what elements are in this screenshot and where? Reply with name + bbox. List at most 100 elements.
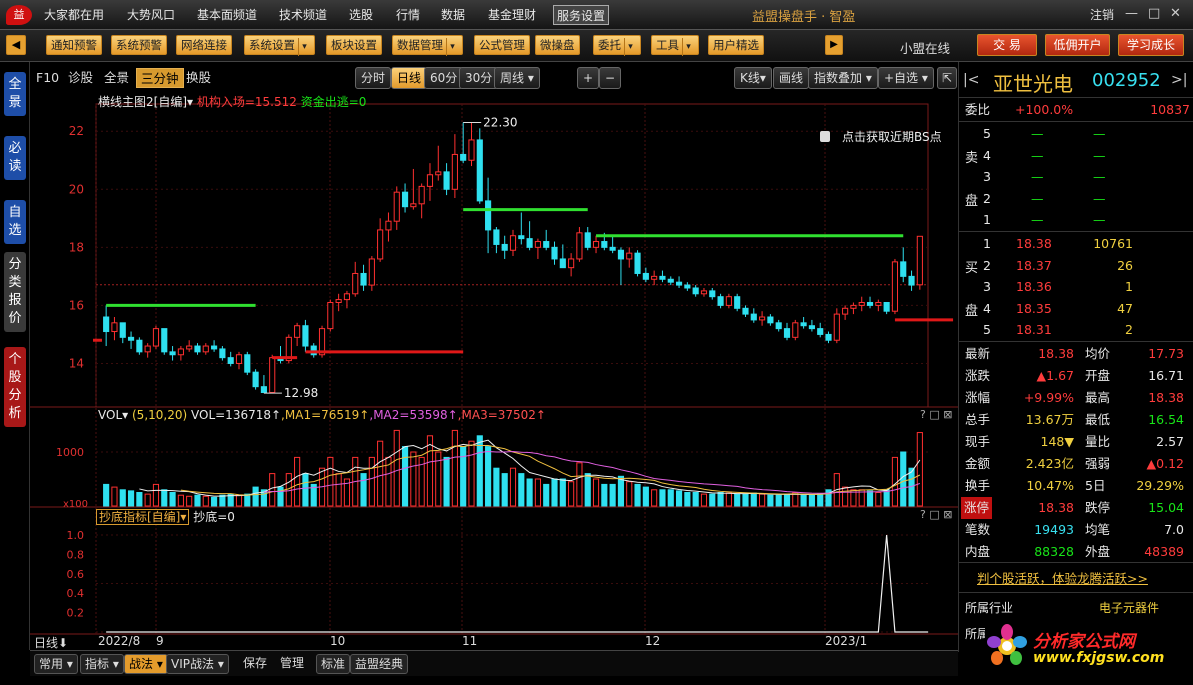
trade-button[interactable]: 交 易	[977, 34, 1037, 56]
candle-body	[783, 328, 791, 338]
toolbar-button-0[interactable]: 通知预警	[46, 35, 102, 55]
menu-item-2[interactable]: 基本面频道	[197, 5, 257, 25]
huoyue-promo-link[interactable]: 判个股活跃，体验龙腾活跃>>	[977, 568, 1148, 587]
bottom-button-6[interactable]: 标准	[316, 654, 351, 674]
sell-price: —	[1031, 126, 1044, 141]
min-price-label: 12.98	[284, 386, 318, 400]
vol-header[interactable]: VOL▾ (5,10,20) VOL=136718↑,MA1=76519↑,MA…	[98, 408, 546, 422]
bottom-button-7[interactable]: 益盟经典	[350, 654, 409, 674]
toolbar-button-label: 通知预警	[51, 38, 97, 52]
bottom-button-0[interactable]: 常用 ▾	[34, 654, 78, 674]
toolbar-button-10[interactable]: 用户精选	[708, 35, 764, 55]
period-button-4[interactable]: 周线 ▾	[494, 67, 540, 89]
app-title: 益盟操盘手 · 智盈	[752, 10, 856, 25]
period-button-2[interactable]: 60分	[424, 67, 464, 89]
period-button-0[interactable]: 分时	[355, 67, 392, 89]
tab-quanjing[interactable]: 全景	[4, 72, 26, 116]
add-watchlist-dropdown[interactable]: +自选 ▾	[878, 67, 934, 89]
bs-hint[interactable]: 点击获取近期BS点	[820, 128, 942, 145]
chaodi-name[interactable]: 抄底指标[自编]▾	[96, 509, 190, 525]
volume-bar	[709, 493, 716, 507]
toolbar-button-9[interactable]: 工具 ▾	[651, 35, 699, 56]
volume-bar	[667, 489, 674, 507]
maximize-icon[interactable]: □	[1148, 6, 1160, 21]
sell-price: —	[1031, 190, 1044, 206]
prev-stock-icon[interactable]: |<	[963, 72, 979, 88]
stock-name: 亚世光电	[993, 72, 1073, 96]
period-tab-0[interactable]: F10	[36, 68, 59, 88]
low-commission-button[interactable]: 低佣开户	[1045, 34, 1110, 56]
toolbar-button-6[interactable]: 公式管理	[474, 35, 530, 55]
expand-icon[interactable]: ⇱	[937, 67, 958, 89]
stat-label: 最低	[1085, 412, 1111, 427]
industry-value[interactable]: 电子元器件	[1099, 599, 1159, 616]
volume-bar	[601, 483, 608, 507]
period-tab-1[interactable]: 诊股	[68, 68, 93, 88]
period-tab-4[interactable]: 换股	[186, 68, 211, 88]
learn-button[interactable]: 学习成长	[1118, 34, 1184, 56]
menu-item-1[interactable]: 大势风口	[127, 5, 175, 25]
bottom-button-3[interactable]: VIP战法 ▾	[166, 654, 229, 674]
bottom-button-5[interactable]: 管理	[276, 654, 308, 674]
menu-item-3[interactable]: 技术频道	[279, 5, 327, 25]
toolbar-more-icon[interactable]: ▶	[825, 35, 843, 55]
next-stock-icon[interactable]: >|	[1171, 72, 1187, 88]
main-indicator-header[interactable]: 横线主图2[自编]▾ 机构入场=15.512 资金出逃=0	[98, 93, 366, 110]
period-tab-3[interactable]: 三分钟	[136, 68, 184, 88]
stat-label: 开盘	[1085, 368, 1111, 383]
tab-bidu[interactable]: 必读	[4, 136, 26, 180]
menu-item-7[interactable]: 基金理财	[488, 5, 536, 25]
volume-bar	[269, 473, 276, 507]
vol-panel-controls[interactable]: ? □ ⊠	[920, 408, 952, 421]
candle-body	[302, 325, 309, 347]
buy-price: 18.37	[1016, 257, 1052, 273]
kline-chart[interactable]: 14 16 18 20 22 22.30 12.98 1000 x100 1.0 0.8 0.6 0.4…	[30, 92, 958, 650]
vol-name[interactable]: VOL▾	[98, 408, 128, 422]
zoom-out-button[interactable]: −	[599, 67, 622, 89]
toolbar-button-label: 数据管理	[397, 38, 443, 52]
toolbar-button-7[interactable]: 微操盘	[535, 35, 580, 55]
tab-zixuan[interactable]: 自选	[4, 200, 26, 244]
online-service-label[interactable]: 小盟在线	[900, 38, 950, 57]
volume-bar	[393, 429, 400, 507]
menu-item-4[interactable]: 选股	[349, 5, 373, 25]
period-tab-2[interactable]: 全景	[104, 68, 129, 88]
toolbar-button-5[interactable]: 数据管理 ▾	[392, 35, 463, 56]
chaodi-panel-controls[interactable]: ? □ ⊠	[920, 508, 952, 521]
period-button-3[interactable]: 30分	[459, 67, 499, 89]
sell-label: 卖	[965, 151, 979, 166]
toolbar-button-2[interactable]: 网络连接	[176, 35, 232, 55]
bottom-button-2[interactable]: 战法 ▾	[124, 654, 168, 674]
index-overlay-dropdown[interactable]: 指数叠加 ▾	[808, 67, 878, 89]
toolbar-button-1[interactable]: 系统预警	[111, 35, 167, 55]
menu-item-5[interactable]: 行情	[396, 5, 420, 25]
bottom-button-4[interactable]: 保存	[239, 654, 271, 674]
industry-label: 所属行业	[965, 601, 1014, 615]
close-icon[interactable]: ✕	[1170, 6, 1181, 21]
menu-item-0[interactable]: 大家都在用	[44, 5, 104, 25]
menu-item-6[interactable]: 数据	[441, 5, 465, 25]
kline-type-dropdown[interactable]: K线▾	[734, 67, 772, 89]
candle-body	[684, 284, 691, 289]
max-price-label: 22.30	[483, 116, 517, 130]
tab-category-quote[interactable]: 分类报价	[4, 252, 26, 332]
logout-link[interactable]: 注销	[1090, 6, 1114, 23]
chaodi-header[interactable]: 抄底指标[自编]▾ 抄底=0	[96, 508, 235, 525]
period-button-1[interactable]: 日线	[391, 67, 428, 89]
toolbar-button-3[interactable]: 系统设置 ▾	[244, 35, 315, 56]
date-period-label[interactable]: 日线⬇	[34, 634, 68, 651]
bottom-button-1[interactable]: 指标 ▾	[80, 654, 124, 674]
volume-bar	[302, 473, 309, 507]
draw-line-button[interactable]: 画线	[773, 67, 810, 89]
candle-body	[385, 220, 392, 231]
toolbar-back-icon[interactable]: ◀	[6, 35, 26, 55]
toolbar-button-4[interactable]: 板块设置	[326, 35, 382, 55]
main-formula-name[interactable]: 横线主图2[自编]▾	[98, 95, 193, 109]
toolbar-button-8[interactable]: 委托 ▾	[593, 35, 641, 56]
tab-stock-analysis[interactable]: 个股分析	[4, 347, 26, 427]
app-logo-icon[interactable]: 益	[6, 5, 32, 25]
zoom-in-button[interactable]: +	[577, 67, 600, 89]
minimize-icon[interactable]: —	[1125, 6, 1138, 21]
vol-ma2: ,MA2=53598↑	[369, 408, 458, 422]
menu-item-8[interactable]: 服务设置	[553, 5, 610, 25]
